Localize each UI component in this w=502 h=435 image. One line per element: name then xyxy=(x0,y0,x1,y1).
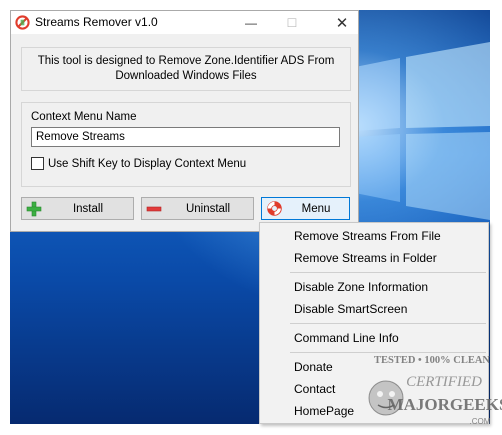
streams-remover-window: Streams Remover v1.0 — ☐ ✕ This tool is … xyxy=(10,10,359,232)
no-sign-icon xyxy=(15,15,30,30)
lifebuoy-icon xyxy=(265,200,283,218)
watermark-line-4: .COM xyxy=(470,417,491,426)
majorgeeks-watermark-badge: TESTED • 100% CLEAN CERTIFIED MAJORGEEKS… xyxy=(368,355,502,426)
menu-item-homepage[interactable]: HomePage xyxy=(294,404,354,422)
context-menu-name-input[interactable] xyxy=(31,127,340,147)
minimize-button[interactable]: — xyxy=(236,11,266,34)
menu-item-command-line-info[interactable]: Command Line Info xyxy=(294,331,399,349)
context-menu-name-label: Context Menu Name xyxy=(31,111,137,123)
menu-item-remove-streams-in-folder[interactable]: Remove Streams in Folder xyxy=(294,251,437,269)
shift-key-checkbox-row[interactable]: Use Shift Key to Display Context Menu xyxy=(31,157,246,170)
menu-button-label: Menu xyxy=(301,202,331,215)
install-button[interactable]: Install xyxy=(21,197,134,220)
menu-item-remove-streams-from-file[interactable]: Remove Streams From File xyxy=(294,229,441,247)
menu-separator xyxy=(290,272,486,273)
close-button[interactable]: ✕ xyxy=(327,11,357,34)
menu-item-contact[interactable]: Contact xyxy=(294,382,335,400)
menu-separator xyxy=(290,323,486,324)
description-line-1: This tool is designed to Remove Zone.Ide… xyxy=(37,55,335,67)
green-plus-icon xyxy=(25,200,43,218)
menu-item-disable-smartscreen[interactable]: Disable SmartScreen xyxy=(294,302,407,320)
description-line-2: Downloaded Windows Files xyxy=(115,70,257,82)
context-menu-group: Context Menu Name Use Shift Key to Displ… xyxy=(21,102,351,187)
watermark-line-3: MAJORGEEKS xyxy=(388,395,502,414)
description-box: This tool is designed to Remove Zone.Ide… xyxy=(21,47,351,91)
title-bar: Streams Remover v1.0 — ☐ ✕ xyxy=(11,11,358,34)
maximize-button[interactable]: ☐ xyxy=(277,11,307,34)
watermark-line-1: TESTED • 100% CLEAN xyxy=(374,355,490,366)
uninstall-button-label: Uninstall xyxy=(185,202,231,215)
window-title: Streams Remover v1.0 xyxy=(35,15,158,29)
watermark-line-2: CERTIFIED xyxy=(406,374,482,390)
menu-item-disable-zone-information[interactable]: Disable Zone Information xyxy=(294,280,428,298)
menu-item-donate[interactable]: Donate xyxy=(294,360,333,378)
uninstall-button[interactable]: Uninstall xyxy=(141,197,254,220)
red-minus-icon xyxy=(145,200,163,218)
shift-key-checkbox-label[interactable]: Use Shift Key to Display Context Menu xyxy=(48,158,246,170)
shift-key-checkbox[interactable] xyxy=(31,157,44,170)
install-button-label: Install xyxy=(72,202,104,215)
menu-button[interactable]: Menu xyxy=(261,197,350,220)
